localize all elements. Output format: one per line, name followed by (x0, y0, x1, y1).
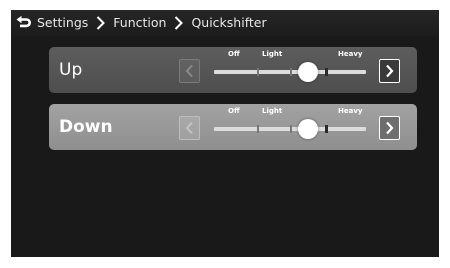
back-arrow-icon (16, 16, 31, 28)
breadcrumb-settings[interactable]: Settings (37, 10, 88, 36)
chevron-right-icon (96, 16, 106, 30)
chevron-left-icon (185, 121, 193, 135)
slider-tick (290, 68, 292, 76)
increase-up-button[interactable] (379, 59, 400, 83)
slider-tick (256, 125, 259, 133)
level-slider-up[interactable] (214, 62, 366, 82)
scale-label-off: Off (228, 50, 240, 58)
slider-knob[interactable] (298, 119, 319, 139)
slider-tick (290, 125, 292, 133)
quickshifter-down-row[interactable]: Down Off Light Heavy (49, 104, 417, 150)
decrease-up-button[interactable] (179, 59, 200, 83)
back-button[interactable] (11, 10, 37, 36)
increase-down-button[interactable] (379, 116, 400, 140)
row-label-down: Down (59, 117, 113, 137)
breadcrumb-function[interactable]: Function (113, 10, 166, 36)
breadcrumb: Settings Function Quickshifter (37, 10, 267, 36)
chevron-left-icon (185, 64, 193, 78)
scale-label-off: Off (228, 107, 240, 115)
chevron-right-icon (386, 121, 394, 135)
quickshifter-up-row[interactable]: Up Off Light Heavy (49, 47, 417, 93)
level-slider-down[interactable] (214, 119, 366, 139)
slider-knob[interactable] (298, 62, 319, 82)
scale-label-heavy: Heavy (338, 50, 363, 58)
decrease-down-button[interactable] (179, 116, 200, 140)
scale-label-light: Light (262, 107, 283, 115)
slider-tick (256, 68, 259, 76)
slider-marker (324, 125, 328, 133)
slider-marker (324, 68, 328, 76)
breadcrumb-quickshifter: Quickshifter (191, 15, 267, 30)
scale-label-heavy: Heavy (338, 107, 363, 115)
scale-label-light: Light (262, 50, 283, 58)
display-screen: Settings Function Quickshifter Up Off Li… (11, 10, 439, 257)
chevron-right-icon (174, 16, 184, 30)
title-bar: Settings Function Quickshifter (11, 10, 439, 36)
row-label-up: Up (59, 60, 83, 80)
chevron-right-icon (386, 64, 394, 78)
